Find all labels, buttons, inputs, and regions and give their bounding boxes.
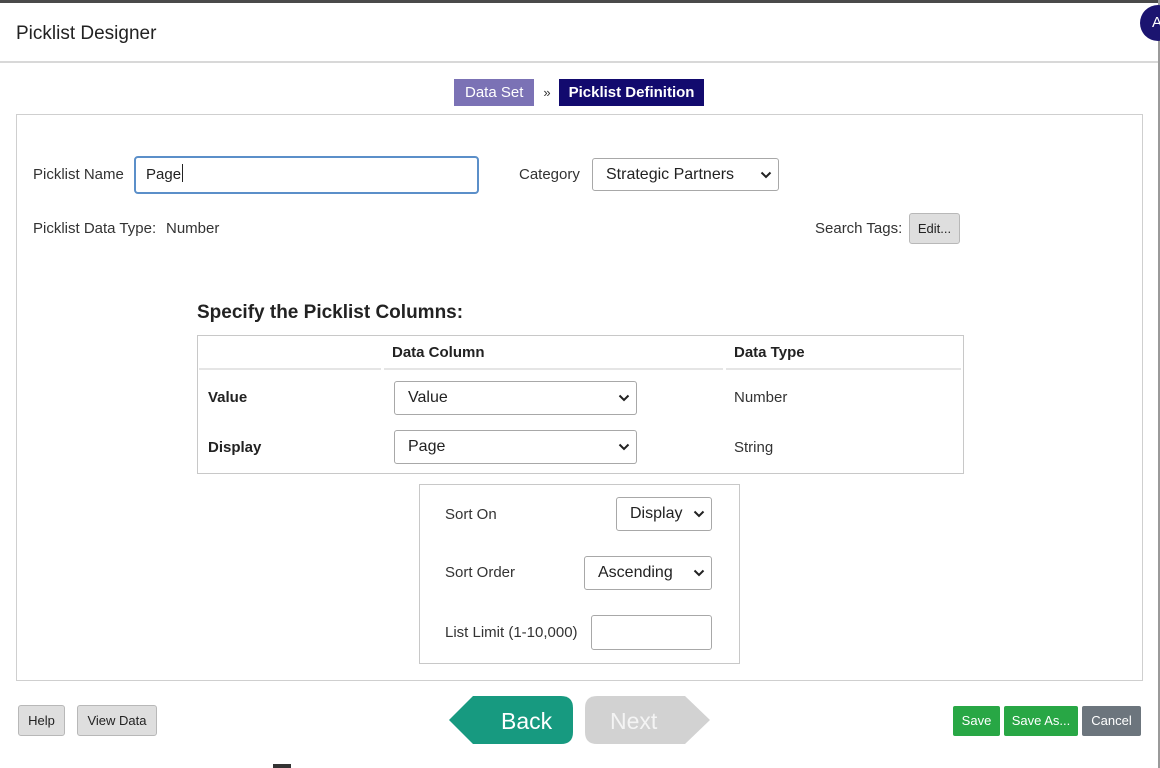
sort-order-value: Ascending bbox=[598, 564, 673, 581]
category-value: Strategic Partners bbox=[606, 165, 735, 183]
value-column-select[interactable]: Value bbox=[394, 381, 637, 415]
display-column-selected: Page bbox=[408, 438, 446, 455]
title-bar: Picklist Designer bbox=[0, 3, 1158, 63]
list-limit-label: List Limit (1-10,000) bbox=[445, 624, 578, 641]
picklist-name-input[interactable]: Page bbox=[134, 156, 479, 194]
category-select[interactable]: Strategic Partners bbox=[592, 158, 779, 191]
sort-on-value: Display bbox=[630, 505, 683, 522]
cancel-button[interactable]: Cancel bbox=[1082, 706, 1141, 736]
header-divider bbox=[384, 368, 723, 370]
chevron-down-icon bbox=[693, 510, 705, 518]
search-tags-label: Search Tags: bbox=[815, 220, 903, 237]
sort-order-select[interactable]: Ascending bbox=[584, 556, 712, 590]
bottom-edge-mark bbox=[273, 764, 291, 768]
chevron-down-icon bbox=[618, 443, 630, 451]
edit-tags-button[interactable]: Edit... bbox=[909, 213, 960, 244]
step-data-set[interactable]: Data Set bbox=[454, 79, 535, 106]
chevron-down-icon bbox=[760, 171, 772, 178]
chevron-down-icon bbox=[618, 394, 630, 402]
save-button[interactable]: Save bbox=[953, 706, 1000, 736]
picklist-name-label: Picklist Name bbox=[33, 166, 124, 183]
data-type-label: Picklist Data Type: bbox=[33, 220, 157, 237]
dialog-title: Picklist Designer bbox=[16, 23, 157, 44]
category-label: Category bbox=[519, 166, 580, 183]
display-column-select[interactable]: Page bbox=[394, 430, 637, 464]
header-divider bbox=[199, 368, 381, 370]
row-label-display: Display bbox=[208, 439, 262, 456]
value-column-selected: Value bbox=[408, 389, 448, 406]
picklist-name-value: Page bbox=[146, 166, 182, 183]
row-label-value: Value bbox=[208, 389, 248, 406]
columns-section-title: Specify the Picklist Columns: bbox=[197, 302, 464, 323]
chevron-down-icon bbox=[693, 569, 705, 577]
sort-on-select[interactable]: Display bbox=[616, 497, 712, 531]
data-type-value: Number bbox=[166, 220, 220, 237]
value-data-type: Number bbox=[734, 389, 788, 406]
help-button[interactable]: Help bbox=[18, 705, 65, 736]
header-data-column: Data Column bbox=[392, 344, 485, 361]
next-label: Next bbox=[610, 708, 658, 734]
header-data-type: Data Type bbox=[734, 344, 805, 361]
sort-order-label: Sort Order bbox=[445, 564, 516, 581]
text-caret bbox=[182, 164, 184, 182]
display-data-type: String bbox=[734, 439, 774, 456]
save-as-button[interactable]: Save As... bbox=[1004, 706, 1078, 736]
back-label: Back bbox=[501, 708, 553, 734]
view-data-button[interactable]: View Data bbox=[77, 705, 157, 736]
wizard-steps: Data Set » Picklist Definition bbox=[454, 79, 705, 106]
list-limit-input[interactable] bbox=[591, 615, 712, 650]
header-divider bbox=[726, 368, 961, 370]
step-picklist-definition: Picklist Definition bbox=[558, 79, 705, 106]
step-separator: » bbox=[543, 85, 551, 100]
sort-on-label: Sort On bbox=[445, 506, 497, 523]
